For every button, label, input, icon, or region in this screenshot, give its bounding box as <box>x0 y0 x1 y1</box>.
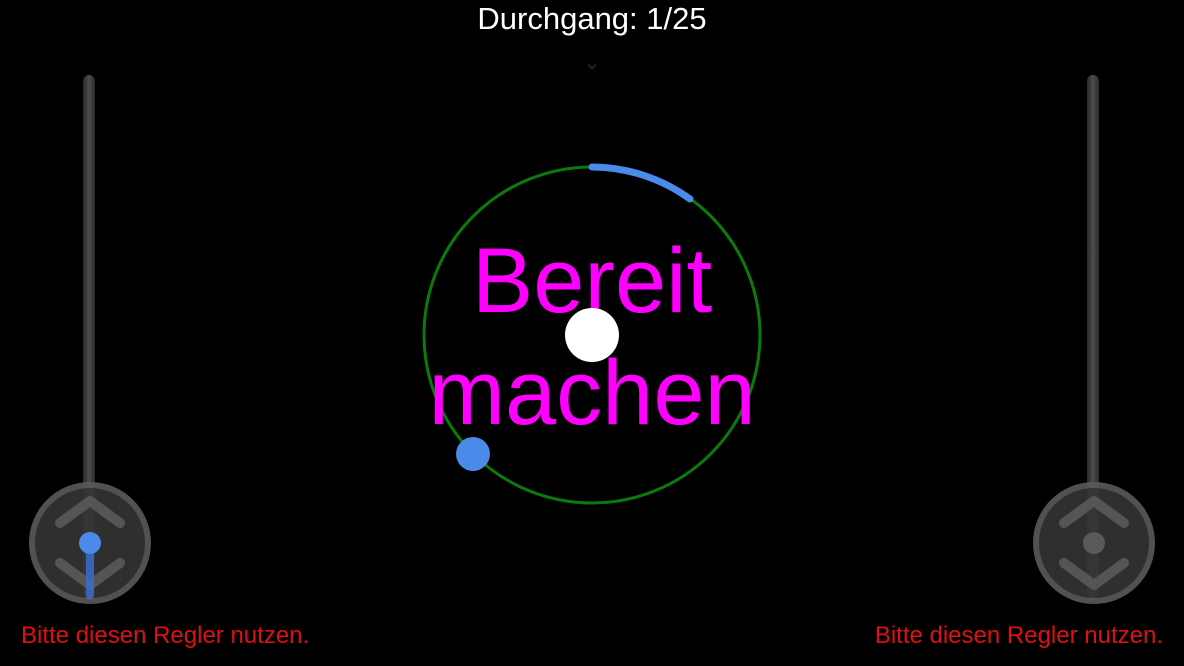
center-dot <box>565 308 619 362</box>
left-slider-warning: Bitte diesen Regler nutzen. <box>21 622 310 649</box>
arena-foreground <box>456 308 619 471</box>
cursor-dot <box>456 437 490 471</box>
right-slider-warning: Bitte diesen Regler nutzen. <box>874 622 1163 649</box>
